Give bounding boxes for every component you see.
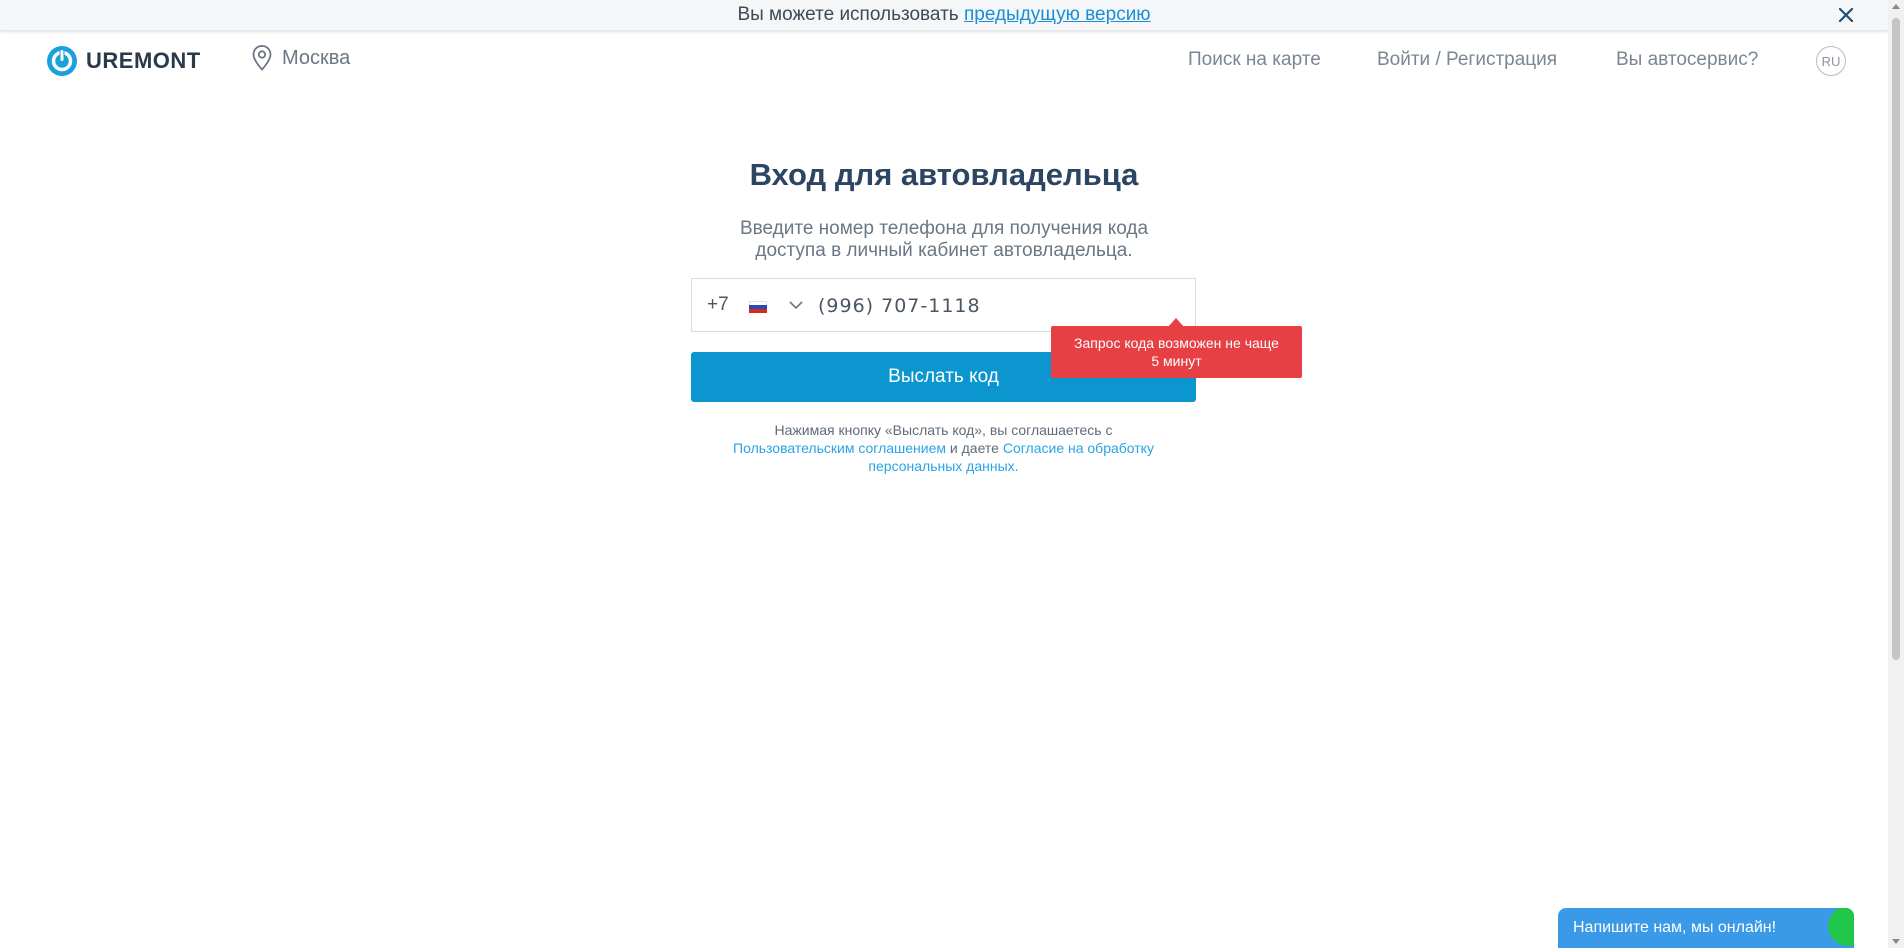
scroll-down-arrow-icon[interactable] bbox=[1892, 939, 1900, 944]
language-switch[interactable]: RU bbox=[1816, 46, 1846, 76]
city-selector[interactable]: Москва bbox=[252, 45, 350, 71]
car-service-link[interactable]: Вы автосервис? bbox=[1616, 49, 1758, 71]
subtitle-line: доступа в личный кабинет автовладельца. bbox=[755, 240, 1133, 261]
user-agreement-link[interactable]: Пользовательским соглашением bbox=[733, 440, 946, 456]
scrollbar[interactable] bbox=[1888, 0, 1904, 948]
phone-field: +7 bbox=[691, 278, 1196, 332]
close-icon bbox=[1839, 8, 1853, 22]
online-status-icon bbox=[1828, 908, 1854, 946]
consent-line: Нажимая кнопку «Выслать код», вы соглаша… bbox=[774, 422, 1113, 438]
page-title: Вход для автовладельца bbox=[749, 157, 1139, 192]
logo-text: UREMONT bbox=[86, 48, 201, 73]
wrench-logo-icon bbox=[47, 46, 77, 76]
consent-connector: и даете bbox=[949, 440, 999, 456]
personal-data-consent-link[interactable]: Согласие на обработку bbox=[1003, 440, 1154, 456]
chat-widget-button[interactable]: Напишите нам, мы онлайн! bbox=[1558, 908, 1854, 948]
tooltip-line: Запрос кода возможен не чаще bbox=[1074, 335, 1279, 351]
city-label: Москва bbox=[282, 46, 351, 69]
country-code: +7 bbox=[707, 294, 729, 315]
consent-text: Нажимая кнопку «Выслать код», вы соглаша… bbox=[691, 421, 1196, 475]
chevron-down-icon[interactable] bbox=[789, 298, 803, 312]
tooltip-line: 5 минут bbox=[1151, 353, 1202, 369]
login-register-link[interactable]: Войти / Регистрация bbox=[1377, 49, 1557, 71]
personal-data-consent-link-cont[interactable]: персональных данных. bbox=[868, 458, 1018, 474]
close-banner-button[interactable] bbox=[1834, 0, 1858, 30]
site-header: UREMONT Москва Поиск на карте Войти / Ре… bbox=[0, 31, 1888, 89]
ru-flag-icon[interactable] bbox=[749, 301, 767, 313]
scroll-up-arrow-icon[interactable] bbox=[1892, 4, 1900, 9]
previous-version-link[interactable]: предыдущую версию bbox=[964, 4, 1151, 25]
page-subtitle: Введите номер телефона для получения код… bbox=[0, 218, 1888, 262]
version-banner: Вы можете использовать предыдущую версию bbox=[0, 0, 1888, 31]
location-pin-icon bbox=[252, 45, 272, 71]
banner-text: Вы можете использовать bbox=[737, 4, 959, 25]
scroll-thumb[interactable] bbox=[1892, 18, 1900, 660]
map-search-link[interactable]: Поиск на карте bbox=[1188, 49, 1321, 71]
phone-input[interactable] bbox=[816, 289, 1180, 323]
subtitle-line: Введите номер телефона для получения код… bbox=[739, 218, 1149, 239]
logo[interactable]: UREMONT bbox=[46, 45, 201, 77]
chat-label: Напишите нам, мы онлайн! bbox=[1573, 919, 1777, 936]
error-tooltip: Запрос кода возможен не чаще 5 минут bbox=[1051, 326, 1302, 378]
